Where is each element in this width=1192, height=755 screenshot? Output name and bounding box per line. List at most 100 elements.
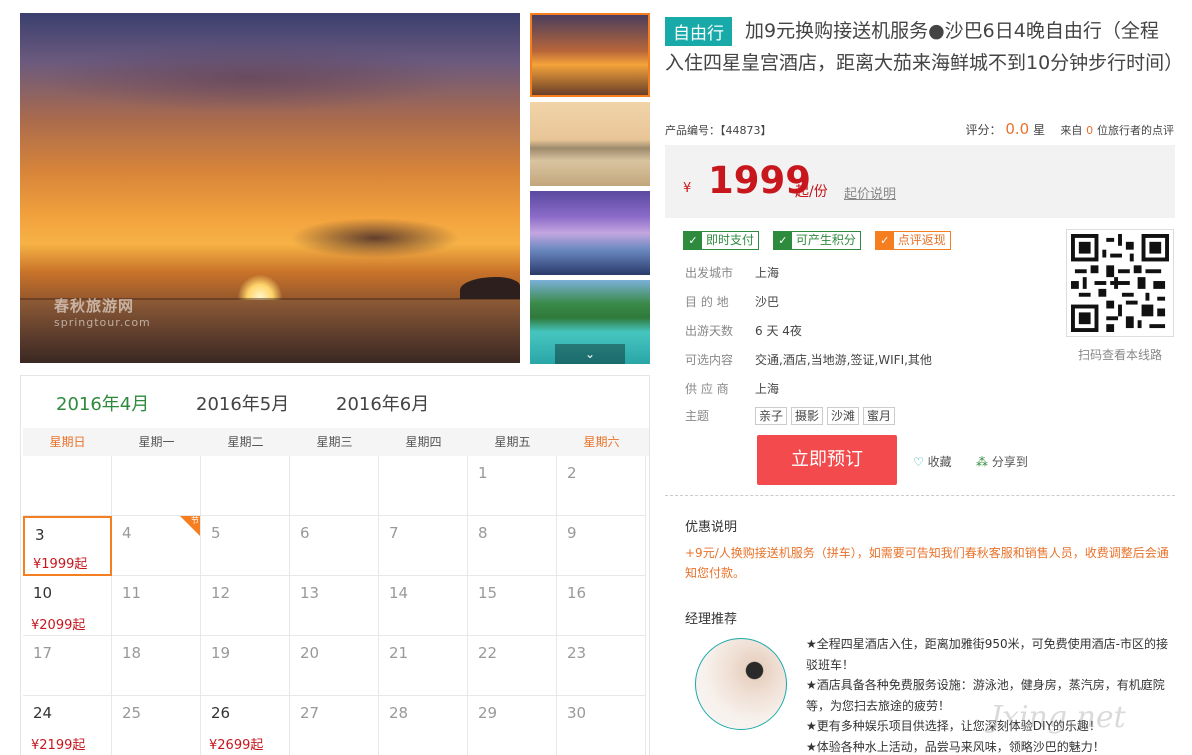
day-number: 1 bbox=[478, 464, 488, 482]
day-number: 13 bbox=[300, 584, 320, 602]
calendar-day: 8 bbox=[468, 516, 557, 576]
thumbnail-strip: ⌄ bbox=[530, 13, 650, 369]
day-price: ¥2199起 bbox=[31, 738, 86, 753]
calendar-day: 25 bbox=[112, 696, 201, 755]
photo-cloud bbox=[40, 43, 460, 113]
calendar-day: 1 bbox=[468, 456, 557, 516]
tag-cashback: ✓ 点评返现 bbox=[874, 231, 951, 250]
theme-tag[interactable]: 摄影 bbox=[791, 407, 824, 425]
calendar-day[interactable]: 26 ¥2699起 bbox=[201, 696, 290, 755]
product-type-badge: 自由行 bbox=[665, 17, 732, 46]
tab-month-3[interactable]: 2016年6月 bbox=[336, 390, 429, 416]
day-number: 27 bbox=[300, 704, 320, 722]
calendar-day: 13 bbox=[290, 576, 379, 636]
watermark-en: springtour.com bbox=[54, 316, 151, 329]
reviews-suffix: 位旅行者的点评 bbox=[1097, 124, 1174, 137]
divider bbox=[665, 495, 1175, 496]
tag-label: 即时支付 bbox=[706, 233, 755, 247]
weekday-label: 星期六 bbox=[583, 435, 620, 449]
product-title: 加9元换购接送机服务●沙巴6日4晚自由行（全程入住四星皇宫酒店，距离大茄来海鲜城… bbox=[665, 20, 1184, 74]
info-depart: 出发城市 上海 bbox=[685, 264, 779, 281]
info-value: 交通,酒店,当地游,签证,WIFI,其他 bbox=[755, 353, 932, 367]
theme-tag[interactable]: 蜜月 bbox=[863, 407, 896, 425]
manager-title: 经理推荐 bbox=[685, 612, 738, 627]
qr-caption: 扫码查看本线路 bbox=[1078, 348, 1163, 362]
calendar-day[interactable]: 10 ¥2099起 bbox=[23, 576, 112, 636]
reviews-count[interactable]: 0 bbox=[1086, 124, 1093, 137]
calendar-day: 20 bbox=[290, 636, 379, 696]
info-value: 沙巴 bbox=[755, 295, 780, 309]
thumbnail-2[interactable] bbox=[530, 102, 650, 186]
tab-month-2[interactable]: 2016年5月 bbox=[196, 390, 289, 416]
day-price: ¥2699起 bbox=[209, 738, 264, 753]
qr-code-image bbox=[1071, 234, 1169, 332]
calendar-day: 9 bbox=[557, 516, 646, 576]
rating: 评分： 0.0 星 来自 0 位旅行者的点评 bbox=[966, 120, 1174, 138]
reviews-prefix: 来自 bbox=[1060, 124, 1083, 137]
weekday-label: 星期三 bbox=[316, 435, 353, 449]
info-value: 上海 bbox=[755, 382, 780, 396]
info-supplier: 供 应 商 上海 bbox=[685, 380, 779, 397]
book-now-button[interactable]: 立即预订 bbox=[757, 435, 897, 485]
day-number: 25 bbox=[122, 704, 142, 722]
month-tabs: 2016年4月 2016年5月 2016年6月 bbox=[21, 376, 649, 428]
weekday-label: 星期日 bbox=[49, 435, 86, 449]
promo-title: 优惠说明 bbox=[685, 520, 738, 535]
check-icon: ✓ bbox=[875, 232, 894, 249]
calendar-day: 28 bbox=[379, 696, 468, 755]
info-options: 可选内容 交通,酒店,当地游,签证,WIFI,其他 bbox=[685, 351, 932, 368]
day-number: 24 bbox=[33, 704, 53, 722]
thumbnail-1[interactable] bbox=[530, 13, 650, 97]
info-label: 可选内容 bbox=[685, 353, 734, 367]
info-label: 目 的 地 bbox=[685, 295, 729, 309]
info-themes: 主题 亲子 摄影 沙滩 蜜月 bbox=[685, 407, 899, 425]
tag-label: 可产生积分 bbox=[795, 233, 856, 247]
theme-tag[interactable]: 亲子 bbox=[755, 407, 788, 425]
service-tags: ✓ 即时支付 ✓ 可产生积分 ✓ 点评返现 bbox=[683, 231, 961, 250]
calendar-day[interactable]: 24 ¥2199起 bbox=[23, 696, 112, 755]
day-number: 26 bbox=[211, 704, 231, 722]
calendar-day: 27 bbox=[290, 696, 379, 755]
tag-label: 点评返现 bbox=[897, 233, 946, 247]
calendar-day: 5 bbox=[201, 516, 290, 576]
favorite-button[interactable]: ♡ 收藏 bbox=[913, 453, 952, 470]
weekday-header: 星期日 星期一 星期二 星期三 星期四 星期五 星期六 bbox=[23, 428, 649, 456]
weekday-label: 星期一 bbox=[138, 435, 175, 449]
chevron-down-icon[interactable]: ⌄ bbox=[555, 344, 625, 364]
calendar-day: 19 bbox=[201, 636, 290, 696]
weekday-label: 星期二 bbox=[227, 435, 264, 449]
day-number: 2 bbox=[567, 464, 577, 482]
weekday-label: 星期五 bbox=[494, 435, 531, 449]
price-unit: 起/份 bbox=[795, 184, 828, 200]
day-price: ¥2099起 bbox=[31, 618, 86, 633]
main-photo: 春秋旅游网 springtour.com bbox=[20, 13, 520, 363]
holiday-flag-label: 节 bbox=[191, 516, 199, 525]
calendar-day[interactable]: 3 ¥1999起 bbox=[23, 516, 112, 576]
calendar-day: 29 bbox=[468, 696, 557, 755]
info-destination: 目 的 地 沙巴 bbox=[685, 293, 779, 310]
product-code: 产品编号：【44873】 bbox=[665, 124, 772, 137]
day-price: ¥1999起 bbox=[33, 557, 88, 572]
tab-month-1[interactable]: 2016年4月 bbox=[56, 390, 149, 416]
theme-tag[interactable]: 沙滩 bbox=[827, 407, 860, 425]
tag-points: ✓ 可产生积分 bbox=[772, 231, 861, 250]
price-calendar: 2016年4月 2016年5月 2016年6月 星期日 星期一 星期二 星期三 星期四星… bbox=[20, 375, 650, 755]
rating-unit: 星 bbox=[1033, 123, 1046, 137]
info-value: 6 天 4夜 bbox=[755, 324, 802, 338]
photo-cloud bbox=[290, 218, 460, 258]
thumbnail-4[interactable]: ⌄ bbox=[530, 280, 650, 364]
day-number: 19 bbox=[211, 644, 231, 662]
calendar-empty-cell bbox=[112, 456, 201, 516]
info-label: 出游天数 bbox=[685, 324, 734, 338]
site-watermark: Jxing.net bbox=[990, 700, 1126, 735]
price-explain-link[interactable]: 起价说明 bbox=[844, 183, 896, 202]
day-number: 11 bbox=[122, 584, 142, 602]
check-icon: ✓ bbox=[773, 232, 792, 249]
calendar-day: 6 bbox=[290, 516, 379, 576]
thumbnail-3[interactable] bbox=[530, 191, 650, 275]
info-label: 主题 bbox=[685, 409, 710, 423]
share-button[interactable]: ⁂ 分享到 bbox=[976, 453, 1028, 470]
calendar-day: 22 bbox=[468, 636, 557, 696]
qr-code bbox=[1066, 229, 1174, 337]
calendar-day: 2 bbox=[557, 456, 646, 516]
